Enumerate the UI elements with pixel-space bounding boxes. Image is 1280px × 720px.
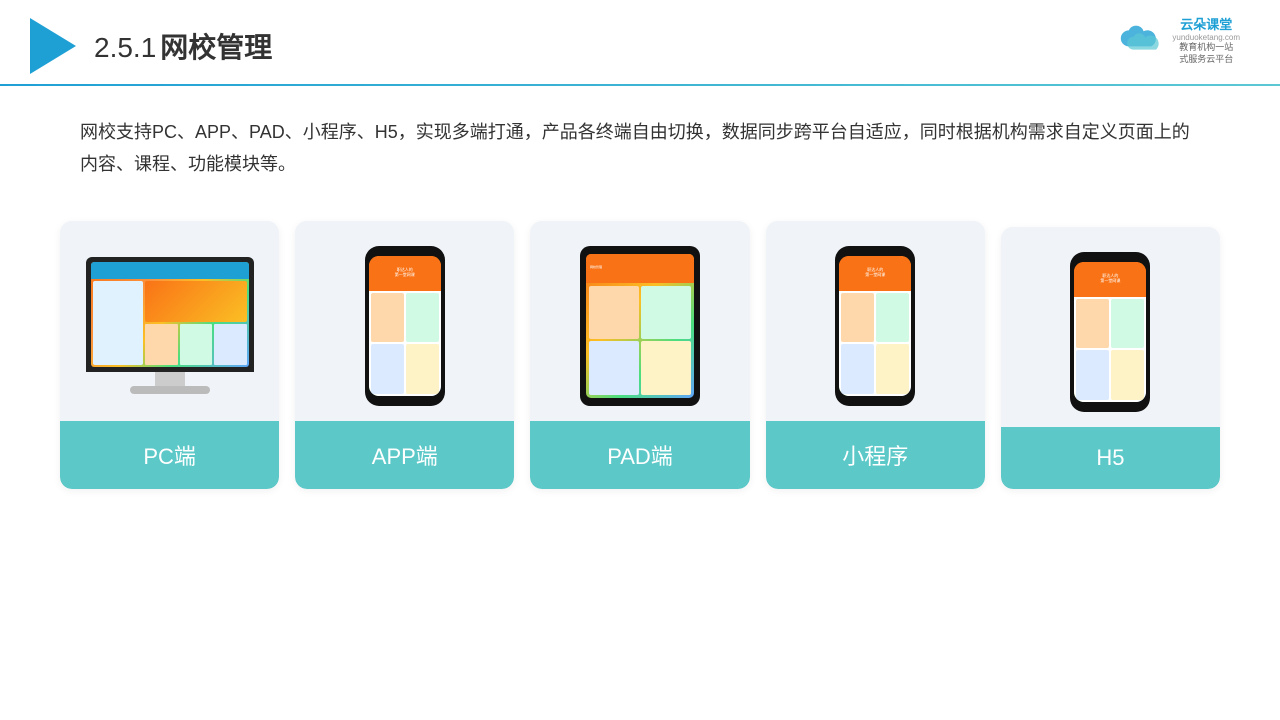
card-pad: 网校管理 PAD端 — [530, 221, 749, 489]
miniapp-screen-bottom — [839, 291, 911, 396]
miniapp-block-2 — [876, 293, 909, 343]
app-phone-body: 职达人的第一堂网课 — [365, 246, 445, 406]
pad-tablet-body: 网校管理 — [580, 246, 700, 406]
miniapp-block-3 — [841, 344, 874, 394]
page-title: 2.5.1网校管理 — [94, 26, 272, 66]
h5-block-4 — [1111, 350, 1144, 400]
pad-screen-inner: 网校管理 — [586, 254, 694, 398]
cards-section: PC端 职达人的第一堂网课 — [0, 201, 1280, 489]
miniapp-block-1 — [841, 293, 874, 343]
h5-screen-inner: 职达人的第一堂网课 — [1074, 262, 1146, 402]
app-block-3 — [371, 344, 404, 394]
h5-block-2 — [1111, 299, 1144, 349]
cloud-icon — [1116, 24, 1164, 56]
app-phone: 职达人的第一堂网课 — [365, 246, 445, 406]
card-app-image: 职达人的第一堂网课 — [295, 221, 514, 421]
pc-monitor — [86, 257, 254, 394]
app-block-4 — [406, 344, 439, 394]
app-block-2 — [406, 293, 439, 343]
h5-phone-screen: 职达人的第一堂网课 — [1074, 262, 1146, 402]
card-app-label: APP端 — [295, 421, 514, 489]
title-number: 2.5.1 — [94, 32, 156, 63]
monitor-neck — [155, 372, 185, 386]
h5-phone-body: 职达人的第一堂网课 — [1070, 252, 1150, 412]
app-phone-screen: 职达人的第一堂网课 — [369, 256, 441, 396]
card-pc-label: PC端 — [60, 421, 279, 489]
miniapp-screen-inner: 职达人的第一堂网课 — [839, 256, 911, 396]
title-text: 网校管理 — [160, 32, 272, 63]
card-h5: 职达人的第一堂网课 H5 — [1001, 227, 1220, 489]
brand-name: 云朵课堂 yunduoketang.com 教育机构一站 式服务云平台 — [1172, 14, 1240, 65]
card-pad-image: 网校管理 — [530, 221, 749, 421]
app-phone-notch — [391, 246, 419, 254]
description: 网校支持PC、APP、PAD、小程序、H5，实现多端打通，产品各终端自由切换，数… — [0, 86, 1280, 201]
miniapp-phone-screen: 职达人的第一堂网课 — [839, 256, 911, 396]
miniapp-phone: 职达人的第一堂网课 — [835, 246, 915, 406]
h5-phone-notch — [1096, 252, 1124, 260]
card-pc: PC端 — [60, 221, 279, 489]
monitor-screen — [91, 262, 249, 367]
header: 2.5.1网校管理 云朵课堂 yunduoketang.com 教育机构一站 式… — [0, 0, 1280, 74]
card-h5-label: H5 — [1001, 427, 1220, 489]
brand-sub: 教育机构一站 式服务云平台 — [1172, 42, 1240, 65]
pc-screen-topbar — [91, 262, 249, 279]
card-miniapp: 职达人的第一堂网课 小程序 — [766, 221, 985, 489]
h5-screen-bottom — [1074, 297, 1146, 402]
miniapp-block-4 — [876, 344, 909, 394]
monitor-body — [86, 257, 254, 372]
app-block-1 — [371, 293, 404, 343]
brand-name-text: 云朵课堂 — [1172, 14, 1240, 33]
card-miniapp-image: 职达人的第一堂网课 — [766, 221, 985, 421]
miniapp-phone-body: 职达人的第一堂网课 — [835, 246, 915, 406]
card-miniapp-label: 小程序 — [766, 421, 985, 489]
pad-tablet: 网校管理 — [580, 246, 700, 406]
pc-screen-inner — [91, 262, 249, 367]
miniapp-phone-notch — [861, 246, 889, 254]
h5-phone: 职达人的第一堂网课 — [1070, 252, 1150, 412]
description-text: 网校支持PC、APP、PAD、小程序、H5，实现多端打通，产品各终端自由切换，数… — [80, 116, 1200, 181]
logo-triangle — [30, 18, 76, 74]
card-app: 职达人的第一堂网课 APP端 — [295, 221, 514, 489]
app-screen-inner: 职达人的第一堂网课 — [369, 256, 441, 396]
card-pc-image — [60, 221, 279, 421]
monitor-base — [130, 386, 210, 394]
brand-logo: 云朵课堂 yunduoketang.com 教育机构一站 式服务云平台 — [1116, 14, 1240, 65]
pad-tablet-screen: 网校管理 — [586, 254, 694, 398]
h5-block-3 — [1076, 350, 1109, 400]
h5-block-1 — [1076, 299, 1109, 349]
app-screen-bottom — [369, 291, 441, 396]
card-pad-label: PAD端 — [530, 421, 749, 489]
card-h5-image: 职达人的第一堂网课 — [1001, 227, 1220, 427]
brand-url: yunduoketang.com — [1172, 33, 1240, 42]
